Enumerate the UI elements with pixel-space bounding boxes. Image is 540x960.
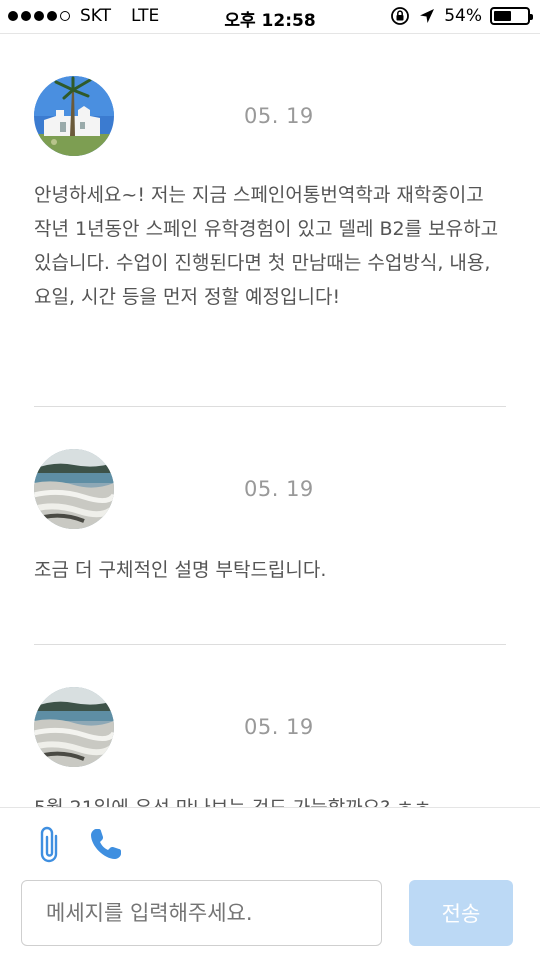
message-input[interactable] — [21, 880, 382, 946]
status-bar: SKT LTE 오후 12:58 54% — [0, 0, 540, 34]
message-date: 05. 19 — [244, 477, 314, 501]
divider — [34, 644, 506, 645]
avatar[interactable] — [34, 449, 114, 529]
composer-bar: 전송 — [0, 807, 540, 960]
avatar-image — [34, 76, 114, 156]
paperclip-icon[interactable] — [36, 824, 62, 870]
message-text: 조금 더 구체적인 설명 부탁드립니다. — [34, 559, 327, 581]
message-date: 05. 19 — [244, 715, 314, 739]
message-date: 05. 19 — [244, 104, 314, 128]
send-button[interactable]: 전송 — [409, 880, 513, 946]
message-text: 5월 21일에 우선 만나보는 것도 가능할까요? ㅎㅎ — [34, 791, 506, 807]
battery-percent: 54% — [444, 6, 482, 26]
rotation-lock-icon — [391, 7, 410, 25]
message-text: 안녕하세요~! 저는 지금 스페인어통번역학과 재학중이고 작년 1년동안 스페… — [34, 184, 499, 308]
location-arrow-icon — [420, 9, 435, 23]
avatar[interactable] — [34, 687, 114, 767]
message-list[interactable]: 05. 19 안녕하세요~! 저는 지금 스페인어통번역학과 재학중이고 작년 … — [0, 35, 540, 807]
battery-tip — [530, 14, 533, 20]
avatar-image — [34, 449, 114, 529]
phone-icon[interactable] — [88, 826, 124, 866]
battery-fill — [494, 11, 511, 21]
status-right: 54% — [390, 6, 533, 26]
divider — [34, 406, 506, 407]
battery-icon — [490, 7, 533, 25]
avatar[interactable] — [34, 76, 114, 156]
avatar-image — [34, 687, 114, 767]
